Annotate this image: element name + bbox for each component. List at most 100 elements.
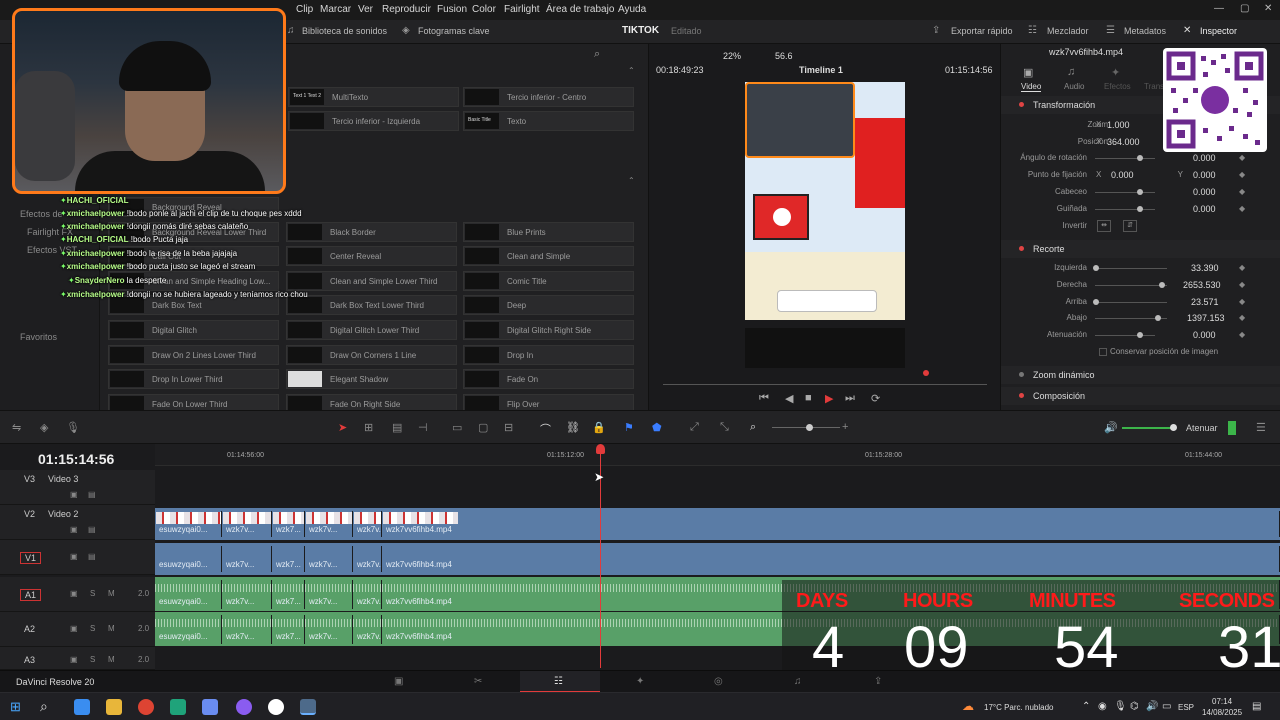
mic-icon[interactable]: 🎙: [1114, 701, 1127, 712]
effect-tile[interactable]: Comic Title: [463, 271, 634, 291]
track-id[interactable]: V1: [20, 552, 42, 564]
crop-top-knob[interactable]: [1093, 299, 1099, 305]
menu-fusion[interactable]: Fusion: [437, 4, 467, 15]
weather-text[interactable]: 17°C Parc. nublado: [984, 703, 1053, 712]
deliver-page-icon[interactable]: ⇪: [874, 676, 882, 687]
file-explorer-icon[interactable]: [106, 699, 122, 715]
effect-tile[interactable]: Clean and Simple: [463, 246, 634, 266]
rotation-slider[interactable]: [1095, 158, 1155, 159]
solo-icon[interactable]: S: [90, 589, 95, 598]
crop-left-slider[interactable]: [1095, 268, 1167, 269]
timeline-timecode[interactable]: 01:15:14:56: [38, 451, 114, 467]
dynamic-trim-icon[interactable]: ⊣: [418, 421, 428, 434]
keep-position-checkbox[interactable]: [1099, 348, 1107, 356]
softness-slider[interactable]: [1095, 335, 1155, 336]
davinci-icon[interactable]: [300, 699, 316, 715]
close-icon[interactable]: ✕: [1264, 3, 1272, 14]
yaw-slider[interactable]: [1095, 209, 1155, 210]
keyframe-icon[interactable]: ◆: [1239, 204, 1245, 213]
track-header-v1[interactable]: V1 ▣ ▤: [0, 540, 155, 575]
collapse-icon[interactable]: ⌃: [628, 176, 635, 185]
mic-icon[interactable]: 🎙: [66, 421, 80, 434]
app-icon[interactable]: [170, 699, 186, 715]
video-clip[interactable]: wzk7vv6fihb4.mp4: [382, 546, 1280, 572]
select-tool-icon[interactable]: ➤: [338, 421, 347, 434]
keyframes-button[interactable]: Fotogramas clave: [418, 26, 490, 36]
pitch-value[interactable]: 0.000: [1193, 187, 1216, 197]
effect-tile[interactable]: Clean and Simple Lower Third: [286, 271, 457, 291]
scrub-marker[interactable]: [923, 370, 929, 376]
viewer-zoom[interactable]: 22%: [723, 51, 741, 61]
audio-clip[interactable]: esuwzyqai0...: [155, 615, 222, 644]
crop-right-slider[interactable]: [1095, 285, 1167, 286]
menu-marcar[interactable]: Marcar: [320, 4, 351, 15]
crop-section[interactable]: Recorte: [1001, 240, 1280, 258]
replace-icon[interactable]: ⊟: [504, 421, 513, 434]
flag-icon[interactable]: ⚑: [624, 421, 634, 434]
network-icon[interactable]: ⌬: [1130, 701, 1139, 712]
zoom-x-value[interactable]: 1.000: [1107, 120, 1130, 130]
track-visible-icon[interactable]: ▣: [70, 552, 78, 561]
enable-dot-icon[interactable]: [1019, 246, 1024, 251]
edit-page-icon[interactable]: ☷: [554, 676, 563, 687]
timeline-ruler[interactable]: 01:14:56:00 01:15:12:00 01:15:28:00 01:1…: [155, 444, 1280, 466]
menu-clip[interactable]: Clip: [296, 4, 313, 15]
zoom-fit-icon[interactable]: ⤢: [690, 421, 699, 434]
softness-value[interactable]: 0.000: [1193, 330, 1216, 340]
audio-clip[interactable]: wzk7v...: [305, 580, 353, 609]
effect-tile[interactable]: Drop In: [463, 345, 634, 365]
position-x-value[interactable]: 364.000: [1107, 137, 1140, 147]
skip-start-icon[interactable]: ⏮: [759, 392, 769, 405]
video-clip[interactable]: wzk7v...: [305, 546, 353, 572]
video-clip[interactable]: wzk7vv6fihb4.mp4: [382, 511, 1280, 537]
dynamic-zoom-section[interactable]: Zoom dinámico: [1001, 366, 1280, 384]
step-back-icon[interactable]: ◀: [785, 392, 793, 405]
tab-audio[interactable]: Audio: [1064, 82, 1084, 91]
audio-tab-icon[interactable]: ♫: [1067, 66, 1075, 78]
volume-slider[interactable]: [1122, 427, 1172, 429]
video-frame[interactable]: [745, 82, 905, 320]
maximize-icon[interactable]: ▢: [1240, 3, 1249, 14]
zoom-in-icon[interactable]: +: [842, 421, 848, 433]
effect-tile[interactable]: Digital Glitch: [108, 320, 279, 340]
video-clip[interactable]: esuwzyqai0...: [155, 546, 222, 572]
timeline-options-icon[interactable]: ☰: [1256, 421, 1266, 434]
zoom-custom-icon[interactable]: ⤡: [720, 421, 729, 434]
mute-icon[interactable]: M: [108, 655, 115, 664]
solo-icon[interactable]: S: [90, 655, 95, 664]
keyframe-icon[interactable]: ◆: [1239, 153, 1245, 162]
audio-clip[interactable]: wzk7...: [272, 580, 305, 609]
app-icon[interactable]: [268, 699, 284, 715]
track-id[interactable]: A1: [20, 589, 42, 601]
track-visible-icon[interactable]: ▣: [70, 490, 78, 499]
effect-tile[interactable]: Text 1 Text 2 MultiTexto: [288, 87, 459, 107]
keyframe-icon[interactable]: ◆: [1239, 263, 1245, 272]
keyframe-icon[interactable]: ◆: [1239, 187, 1245, 196]
anchor-y-value[interactable]: 0.000: [1193, 170, 1216, 180]
viewer-scrubber[interactable]: [663, 384, 987, 385]
link-icon[interactable]: ⛓: [566, 421, 580, 434]
menu-fairlight[interactable]: Fairlight: [504, 4, 540, 15]
tray-app-icon[interactable]: ◉: [1098, 701, 1107, 712]
track-header-a2[interactable]: A2 ▣ S M 2.0: [0, 612, 155, 647]
pitch-slider-knob[interactable]: [1137, 189, 1143, 195]
tab-transitions[interactable]: Trans: [1144, 82, 1164, 91]
flip-vertical-icon[interactable]: ⇵: [1123, 220, 1137, 232]
mute-icon[interactable]: M: [108, 589, 115, 598]
audio-clip[interactable]: wzk7v...: [222, 615, 272, 644]
search-icon[interactable]: ⌕: [594, 48, 600, 61]
crop-top-value[interactable]: 23.571: [1191, 297, 1219, 307]
track-visible-icon[interactable]: ▣: [70, 624, 78, 633]
clock-time[interactable]: 07:14: [1212, 697, 1232, 706]
anchor-x-value[interactable]: 0.000: [1111, 170, 1134, 180]
effect-tile[interactable]: Blue Prints: [463, 222, 634, 242]
playhead-handle[interactable]: [596, 444, 605, 454]
menu-ver[interactable]: Ver: [358, 4, 373, 15]
effect-tile[interactable]: Basic Title Texto: [463, 111, 634, 131]
fairlight-page-icon[interactable]: ♫: [794, 676, 802, 687]
enable-dot-icon[interactable]: [1019, 372, 1024, 377]
effect-tile[interactable]: Draw On 2 Lines Lower Third: [108, 345, 279, 365]
track-lock-icon[interactable]: ▤: [88, 525, 96, 534]
timeline-zoom-knob[interactable]: [806, 424, 813, 431]
snapping-icon[interactable]: ⌒: [540, 421, 551, 437]
